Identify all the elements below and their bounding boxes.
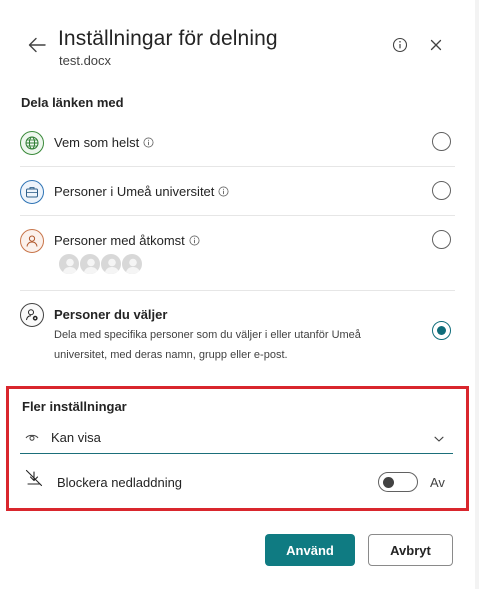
- option-label: Personer du väljer: [54, 307, 168, 322]
- info-icon[interactable]: [143, 137, 154, 148]
- person-settings-icon: [20, 303, 44, 327]
- radio-organization[interactable]: [432, 181, 451, 200]
- avatar: [79, 253, 101, 275]
- info-button[interactable]: [391, 36, 409, 54]
- person-icon: [20, 229, 44, 253]
- radio-anyone[interactable]: [432, 132, 451, 151]
- close-button[interactable]: [428, 37, 444, 53]
- option-anyone[interactable]: Vem som helst: [20, 131, 455, 155]
- divider: [20, 290, 455, 291]
- file-name: test.docx: [59, 53, 112, 68]
- more-settings-heading: Fler inställningar: [22, 399, 127, 414]
- cancel-button[interactable]: Avbryt: [368, 534, 453, 566]
- download-blocked-icon: [25, 469, 43, 487]
- info-icon[interactable]: [189, 235, 200, 246]
- eye-icon: [25, 434, 39, 441]
- briefcase-icon: [20, 180, 44, 204]
- divider: [20, 215, 455, 216]
- back-button[interactable]: [26, 34, 48, 56]
- option-label: Personer i Umeå universitet: [54, 184, 215, 199]
- share-with-heading: Dela länken med: [21, 95, 124, 110]
- radio-specific-people[interactable]: [432, 321, 451, 340]
- option-existing-access[interactable]: Personer med åtkomst: [20, 229, 455, 281]
- page-title: Inställningar för delning: [58, 27, 278, 50]
- avatar: [58, 253, 80, 275]
- avatar: [100, 253, 122, 275]
- option-organization[interactable]: Personer i Umeå universitet: [20, 180, 455, 204]
- sharing-settings-panel: Inställningar för delning test.docx Dela…: [0, 0, 476, 589]
- close-icon: [430, 39, 442, 51]
- block-download-label: Blockera nedladdning: [57, 475, 183, 490]
- toggle-knob: [383, 476, 394, 488]
- info-icon[interactable]: [218, 186, 229, 197]
- globe-icon: [20, 131, 44, 155]
- panel-edge: [475, 0, 479, 589]
- permission-dropdown[interactable]: Kan visa: [20, 425, 453, 454]
- radio-existing-access[interactable]: [432, 230, 451, 249]
- toggle-state-label: Av: [430, 475, 445, 490]
- block-download-toggle[interactable]: [378, 472, 418, 492]
- apply-button[interactable]: Använd: [265, 534, 355, 566]
- option-specific-people[interactable]: Personer du väljer Dela med specifika pe…: [20, 303, 455, 365]
- divider: [20, 166, 455, 167]
- option-description: Dela med specifika personer som du välje…: [54, 329, 361, 361]
- info-icon: [392, 37, 408, 53]
- avatar: [121, 253, 143, 275]
- permission-value: Kan visa: [51, 430, 101, 445]
- chevron-down-icon: [434, 436, 444, 442]
- option-label: Vem som helst: [54, 135, 140, 150]
- arrow-left-icon: [28, 37, 46, 53]
- option-label: Personer med åtkomst: [54, 233, 185, 248]
